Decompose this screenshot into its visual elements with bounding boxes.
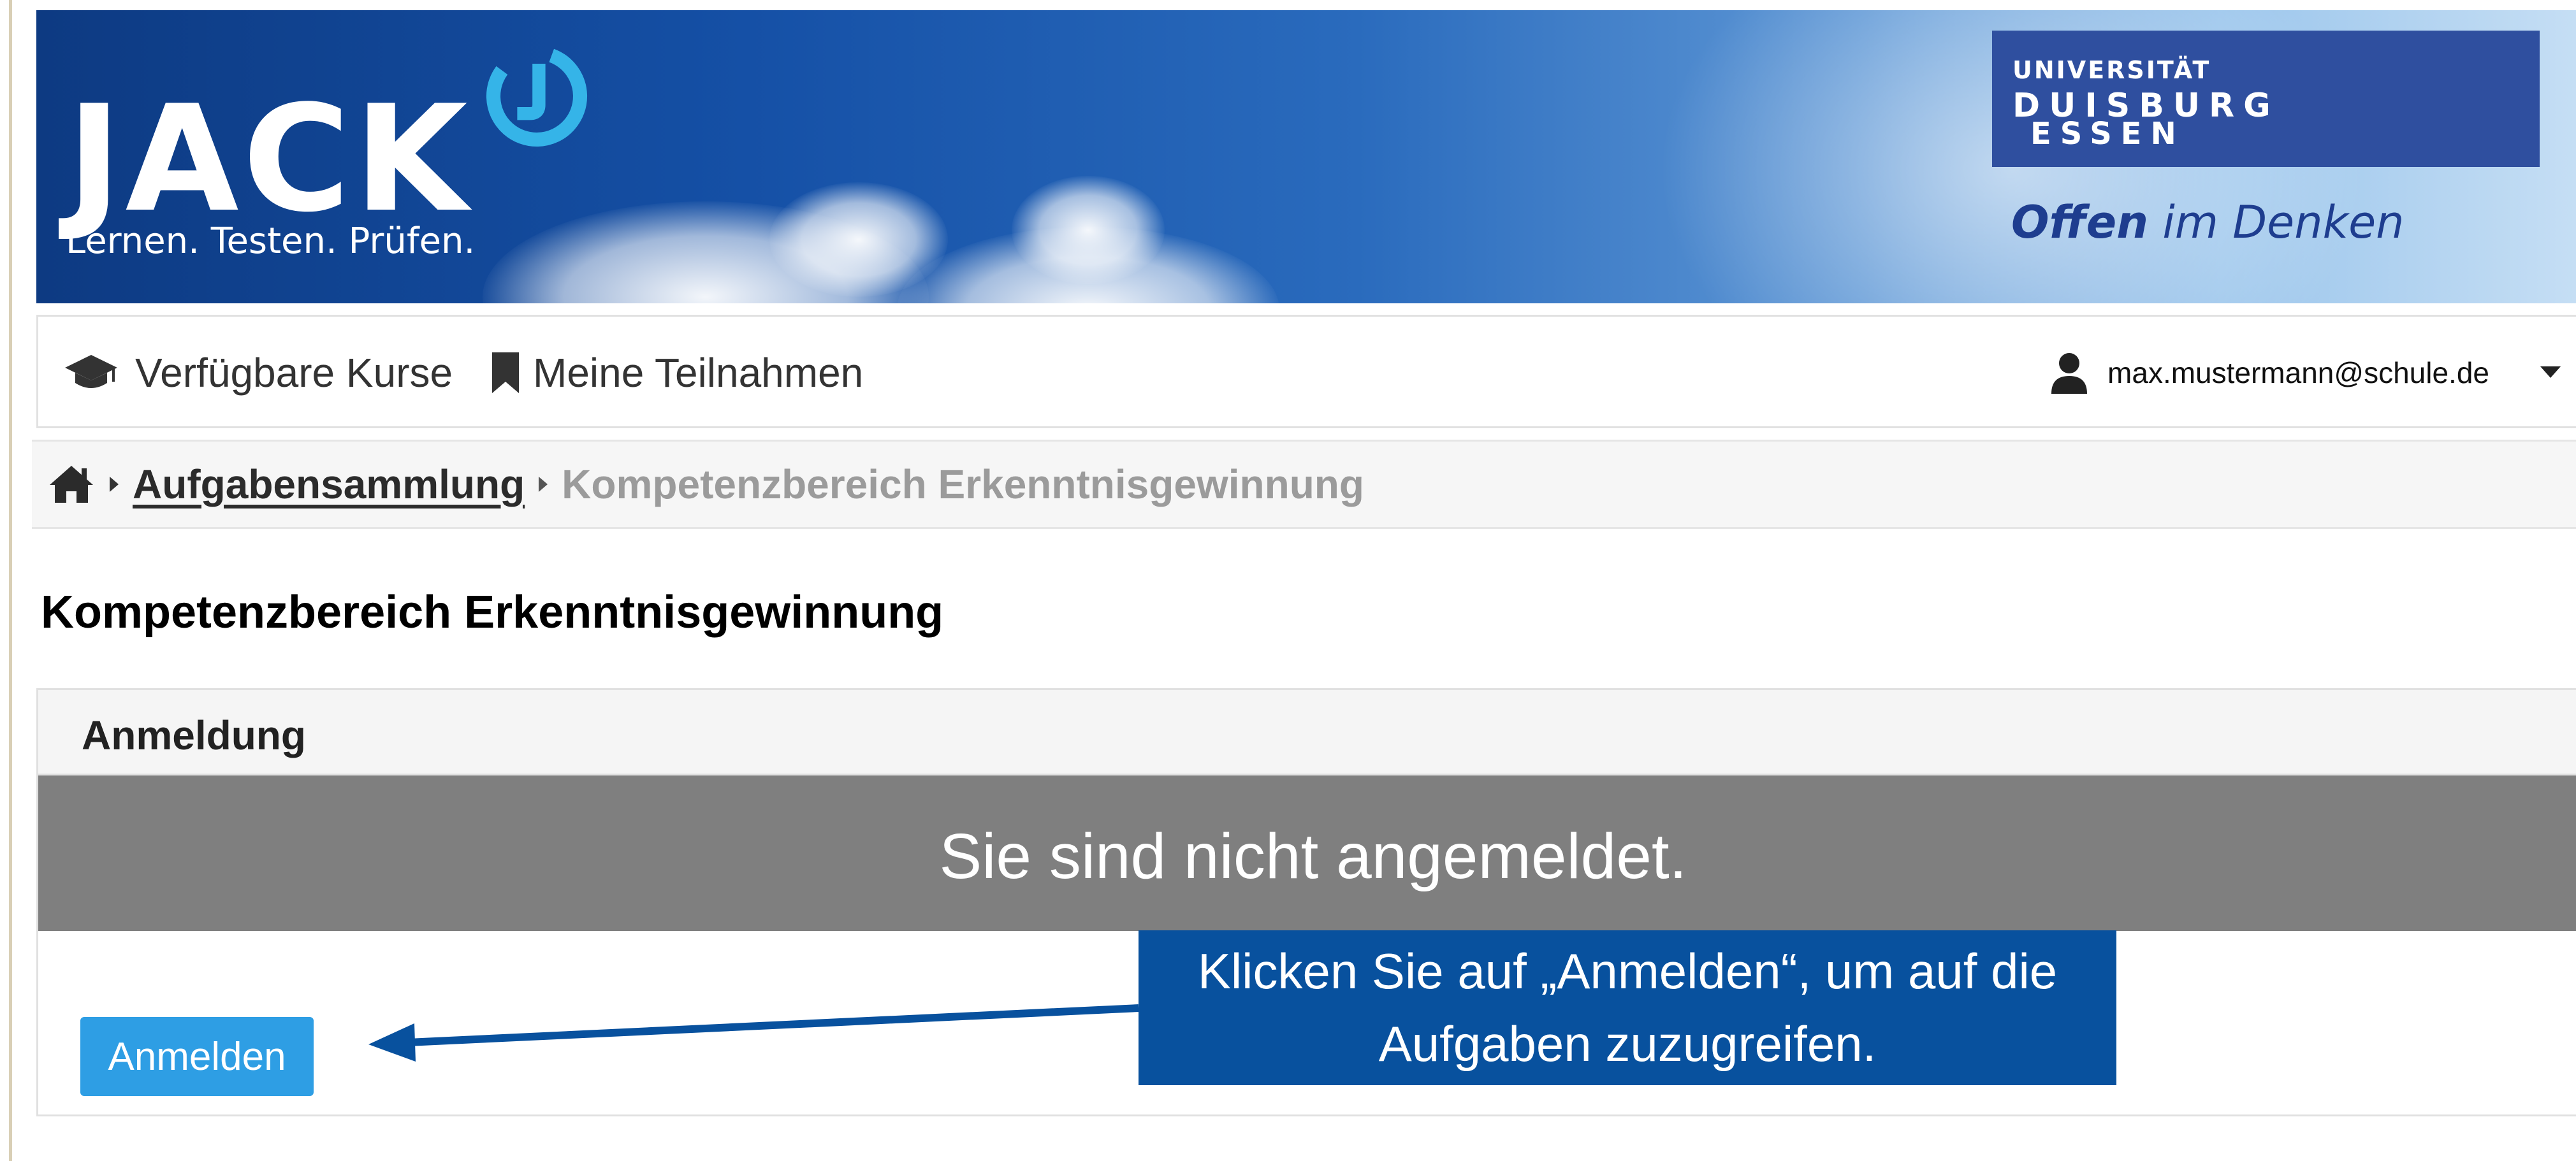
- instruction-callout: Klicken Sie auf „Anmelden“, um auf die A…: [1139, 930, 2116, 1085]
